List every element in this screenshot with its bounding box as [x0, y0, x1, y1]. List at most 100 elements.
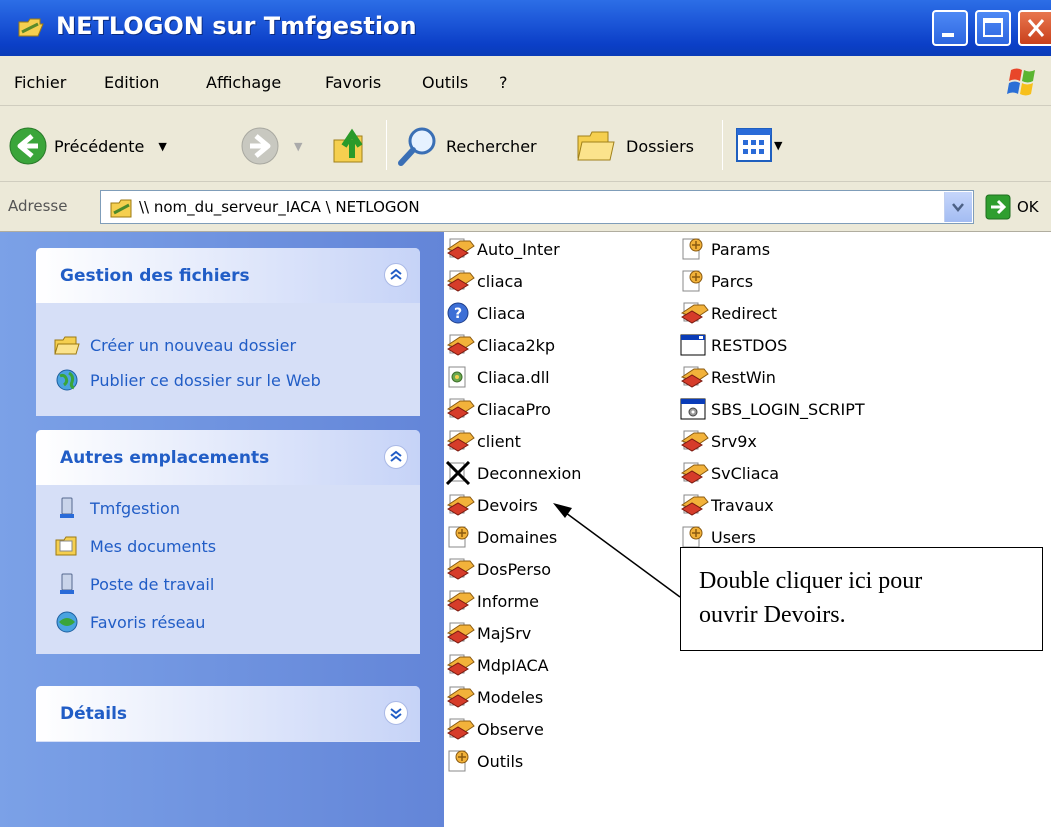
batch-file-icon — [446, 557, 477, 581]
file-name: Parcs — [711, 271, 754, 291]
file-item[interactable]: Deconnexion — [446, 460, 581, 486]
maximize-button[interactable] — [975, 10, 1011, 46]
batch-file-icon — [446, 269, 477, 293]
file-item[interactable]: MdpIACA — [446, 652, 549, 678]
address-bar: Adresse \\ nom_du_serveur_IACA \ NETLOGO… — [0, 182, 1051, 232]
file-item[interactable]: Parcs — [680, 268, 753, 294]
file-item[interactable]: DosPerso — [446, 556, 551, 582]
address-field[interactable]: \\ nom_du_serveur_IACA \ NETLOGON — [100, 190, 974, 224]
file-name: Auto_Inter — [477, 239, 560, 259]
folders-icon — [577, 131, 615, 161]
file-item[interactable]: Modeles — [446, 684, 543, 710]
windows-logo-icon — [1007, 68, 1035, 96]
file-item[interactable]: SBS_LOGIN_SCRIPT — [680, 396, 865, 422]
batch-file-icon — [446, 653, 477, 677]
batch-file-icon — [680, 461, 711, 485]
file-tasks-header[interactable]: Gestion des fichiers — [36, 248, 420, 303]
views-button[interactable]: ▼ — [736, 128, 782, 162]
globe-icon — [56, 369, 78, 391]
batch-file-icon — [446, 589, 477, 613]
back-dropdown-icon[interactable]: ▼ — [158, 140, 166, 153]
file-tasks-panel: Gestion des fichiers Créer un nouveau do… — [36, 248, 420, 416]
close-button[interactable] — [1018, 10, 1051, 46]
forward-button[interactable]: ▼ — [240, 126, 302, 166]
details-header[interactable]: Détails — [36, 686, 420, 741]
panel-title: Gestion des fichiers — [60, 266, 250, 286]
go-button[interactable]: OK — [985, 194, 1039, 220]
file-item[interactable]: Informe — [446, 588, 539, 614]
file-item[interactable]: Outils — [446, 748, 523, 774]
menu-fichier[interactable]: Fichier — [14, 73, 66, 92]
search-button[interactable]: Rechercher — [396, 124, 537, 168]
publish-web-link[interactable]: Publier ce dossier sur le Web — [54, 368, 321, 392]
config-file-icon — [680, 525, 711, 549]
other-places-header[interactable]: Autres emplacements — [36, 430, 420, 485]
link-label: Tmfgestion — [90, 498, 180, 518]
details-panel: Détails — [36, 686, 420, 742]
chevron-up-icon — [390, 268, 402, 280]
file-item[interactable]: SvCliaca — [680, 460, 779, 486]
title-bar[interactable]: NETLOGON sur Tmfgestion — [0, 0, 1051, 56]
forward-dropdown-icon[interactable]: ▼ — [294, 140, 302, 153]
new-folder-link[interactable]: Créer un nouveau dossier — [54, 334, 296, 356]
back-button[interactable]: Précédente ▼ — [8, 126, 167, 166]
address-dropdown-button[interactable] — [944, 192, 972, 222]
link-tmfgestion[interactable]: Tmfgestion — [54, 496, 180, 520]
file-item[interactable]: CliacaPro — [446, 396, 551, 422]
file-name: Informe — [477, 591, 540, 611]
batch-file-icon — [446, 397, 477, 421]
file-item[interactable]: RestWin — [680, 364, 776, 390]
file-item[interactable]: Cliaca2kp — [446, 332, 555, 358]
link-poste-de-travail[interactable]: Poste de travail — [54, 572, 214, 596]
annotation-line-1: Double cliquer ici pour — [699, 568, 923, 594]
menu-outils[interactable]: Outils — [422, 73, 468, 92]
link-favoris-reseau[interactable]: Favoris réseau — [54, 610, 205, 634]
file-item[interactable]: Cliaca.dll — [446, 364, 550, 390]
link-mes-documents[interactable]: Mes documents — [54, 534, 216, 558]
maximize-icon — [983, 18, 1003, 37]
file-item[interactable]: client — [446, 428, 521, 454]
menu-favoris[interactable]: Favoris — [325, 73, 381, 92]
network-folder-icon — [18, 18, 44, 37]
collapse-button[interactable] — [384, 445, 408, 469]
annotation-callout: Double cliquer ici pour ouvrir Devoirs. — [680, 547, 1043, 651]
file-item[interactable]: Redirect — [680, 300, 777, 326]
file-name: Cliaca — [477, 303, 526, 323]
menu-edition[interactable]: Edition — [104, 73, 159, 92]
file-item[interactable]: Params — [680, 236, 770, 262]
file-name: Params — [711, 239, 771, 259]
computer-icon — [60, 497, 74, 518]
folders-button[interactable]: Dossiers — [574, 124, 694, 168]
file-item[interactable]: Domaines — [446, 524, 557, 550]
file-item[interactable]: ? Cliaca — [446, 300, 525, 326]
menu-affichage[interactable]: Affichage — [206, 73, 281, 92]
toolbar-separator — [386, 120, 387, 170]
panel-title: Détails — [60, 704, 128, 724]
expand-button[interactable] — [384, 701, 408, 725]
batch-file-icon — [680, 493, 711, 517]
link-label: Mes documents — [90, 536, 217, 556]
file-item[interactable]: Auto_Inter — [446, 236, 560, 262]
file-item[interactable]: Srv9x — [680, 428, 757, 454]
up-folder-button[interactable] — [330, 124, 374, 168]
menu-help[interactable]: ? — [499, 73, 508, 92]
file-name: CliacaPro — [477, 399, 551, 419]
file-item[interactable]: cliaca — [446, 268, 523, 294]
file-name: SBS_LOGIN_SCRIPT — [711, 399, 865, 419]
batch-file-icon — [446, 333, 477, 357]
minimize-button[interactable] — [932, 10, 968, 46]
network-places-icon — [56, 611, 78, 633]
file-item[interactable]: MajSrv — [446, 620, 531, 646]
link-label: Poste de travail — [90, 574, 215, 594]
file-list: Auto_Inter cliaca? Cliaca Cliaca2kp Cliaca.d… — [444, 232, 1051, 827]
batch-file-icon — [680, 301, 711, 325]
svg-text:?: ? — [454, 306, 462, 322]
batch-file-icon — [446, 493, 477, 517]
views-dropdown-icon[interactable]: ▼ — [774, 139, 782, 152]
file-item[interactable]: Travaux — [680, 492, 774, 518]
file-item[interactable]: Observe — [446, 716, 544, 742]
file-item[interactable]: RESTDOS — [680, 332, 787, 358]
toolbar-separator — [722, 120, 723, 170]
file-item[interactable]: Devoirs — [446, 492, 538, 518]
collapse-button[interactable] — [384, 263, 408, 287]
